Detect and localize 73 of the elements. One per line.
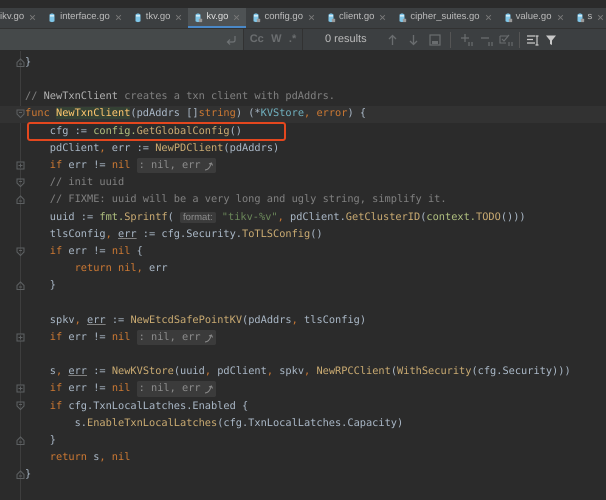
file-tab[interactable]: value.go	[498, 8, 570, 28]
close-icon[interactable]	[233, 14, 240, 20]
code-line: if err != nil : nil, err	[25, 381, 216, 397]
fold-icon[interactable]	[16, 58, 25, 68]
fold-icon[interactable]	[16, 178, 25, 188]
code-line: // FIXME: uuid will be a very long and ugly string, simplify it.	[48, 192, 447, 208]
file-tab[interactable]: interface.go	[42, 8, 128, 28]
down-arrow-icon[interactable]	[408, 34, 420, 46]
code-line: tlsConfig, err := cfg.Security.ToTLSConfig()	[48, 226, 323, 242]
locked-file-icon	[326, 12, 336, 22]
close-icon[interactable]	[29, 14, 36, 20]
locked-file-icon	[502, 12, 513, 22]
expand-icon[interactable]	[16, 332, 25, 342]
locked-file-icon	[251, 12, 262, 22]
fold-icon[interactable]	[16, 401, 25, 412]
fold-icon[interactable]	[16, 195, 25, 205]
add-occurrence-icon[interactable]	[458, 32, 473, 46]
locked-file-icon	[193, 12, 204, 22]
file-tab[interactable]: ikv.go	[0, 8, 42, 28]
code-line: // init uuid	[48, 175, 124, 190]
code-line: if err != nil {	[48, 244, 143, 259]
file-icon	[132, 12, 143, 22]
file-icon	[47, 12, 58, 22]
file-tab[interactable]: cipher_suites.go	[392, 8, 498, 28]
multiline-icon[interactable]	[526, 32, 540, 46]
up-arrow-icon[interactable]	[386, 34, 399, 46]
fold-icon[interactable]	[16, 470, 25, 480]
code-line: if cfg.TxnLocalLatches.Enabled {	[48, 398, 248, 414]
code-line: }	[25, 467, 32, 482]
file-tab[interactable]: config.go	[246, 8, 321, 28]
fold-icon[interactable]	[16, 280, 25, 291]
code-line: }	[48, 433, 56, 448]
fold-icon[interactable]	[16, 246, 25, 257]
code-line: spkv, err := NewEtcdSafePointKV(pdAddrs, tlsConfig)	[48, 312, 366, 328]
close-icon[interactable]	[556, 14, 564, 20]
return-arrow-icon	[204, 160, 214, 171]
results-count: 0 results	[325, 32, 367, 48]
code-line: s, err := NewKVStore(uuid, pdClient, spkv, NewRPCClient(WithSecurity(cfg.Security)))	[48, 364, 571, 380]
file-tab[interactable]: s	[570, 8, 606, 28]
close-icon[interactable]	[379, 14, 386, 20]
code-line: uuid := fmt.Sprintf( format: "tikv-%v", pdClient.GetClusterID(context.TODO()))	[48, 210, 526, 225]
close-icon[interactable]	[308, 14, 315, 20]
code-line: func NewTxnClient(pdAddrs []string) (*KVStore, error) {	[25, 106, 366, 122]
close-icon[interactable]	[597, 14, 604, 20]
code-line: s.EnableTxnLocalLatches(cfg.TxnLocalLatches.Capacity)	[74, 416, 404, 431]
expand-icon[interactable]	[16, 160, 25, 171]
close-icon[interactable]	[114, 14, 122, 20]
close-icon[interactable]	[484, 14, 492, 20]
search-field[interactable]	[0, 29, 243, 50]
newline-icon[interactable]	[225, 34, 237, 46]
locked-file-icon	[397, 12, 408, 22]
code-line: return s, nil	[48, 450, 130, 466]
code-line: }	[48, 278, 56, 294]
code-line: // NewTxnClient creates a txn client with pdAddrs.	[25, 89, 335, 104]
fold-icon[interactable]	[16, 436, 25, 446]
code-line: return nil, err	[74, 261, 168, 276]
return-arrow-icon	[204, 332, 214, 343]
file-tab[interactable]: client.go	[321, 8, 392, 28]
code-line: pdClient, err := NewPDClient(pdAddrs)	[48, 140, 280, 156]
locked-file-icon	[574, 12, 584, 22]
fold-icon[interactable]	[16, 109, 25, 120]
select-all-icon[interactable]	[428, 34, 441, 46]
return-arrow-icon	[204, 384, 214, 394]
select-occurrences-icon[interactable]	[498, 32, 513, 46]
close-icon[interactable]	[175, 14, 182, 20]
file-tab[interactable]: tkv.go	[128, 8, 188, 28]
code-line: if err != nil : nil, err	[25, 330, 216, 346]
filter-icon[interactable]	[544, 34, 557, 46]
file-tab[interactable]: kv.go	[188, 8, 246, 28]
code-line: if err != nil : nil, err	[25, 158, 216, 174]
code-line: cfg := config.GetGlobalConfig()	[48, 124, 242, 139]
expand-icon[interactable]	[16, 384, 25, 394]
code-line: }	[25, 54, 32, 70]
